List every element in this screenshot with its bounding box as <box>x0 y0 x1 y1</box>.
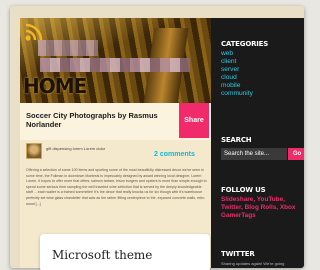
rss-icon[interactable] <box>24 22 44 42</box>
main-content: HOME Soccer City Photographs by Rasmus N… <box>20 18 211 268</box>
theme-thumbnail[interactable]: HOME Soccer City Photographs by Rasmus N… <box>10 6 304 268</box>
sidebar: CATEGORIES web client server cloud mobil… <box>211 18 304 268</box>
post-body: Offering a selection of some 100 items a… <box>26 168 207 206</box>
follow-links[interactable]: Slideshare, YouTube, Twitter, Blog Rolls… <box>221 196 301 220</box>
hero-image: HOME <box>20 18 211 103</box>
category-link[interactable]: mobile <box>221 82 253 90</box>
share-button[interactable]: Share <box>179 103 209 138</box>
categories-list: web client server cloud mobile community <box>221 50 253 98</box>
search-input[interactable]: Search the site... <box>221 148 287 160</box>
category-link[interactable]: cloud <box>221 74 253 82</box>
twitter-heading: TWITTER <box>221 250 255 258</box>
category-link[interactable]: client <box>221 58 253 66</box>
twitter-text: Sharing updates again! We're going <box>221 261 285 266</box>
follow-heading: FOLLOW US <box>221 186 266 194</box>
post-title[interactable]: Soccer City Photographs by Rasmus Norlan… <box>26 111 176 129</box>
author-line: gift dispensing lorem Lorem dolor <box>46 146 106 151</box>
hero-blurred-text <box>40 58 190 72</box>
category-link[interactable]: server <box>221 66 253 74</box>
avatar <box>26 143 42 159</box>
search-go-button[interactable]: Go <box>288 148 304 160</box>
search-heading: SEARCH <box>221 136 252 144</box>
theme-caption: Microsoft theme <box>40 234 210 270</box>
hero-blurred-text <box>38 40 98 56</box>
categories-heading: CATEGORIES <box>221 40 269 48</box>
category-link[interactable]: web <box>221 50 253 58</box>
category-link[interactable]: community <box>221 90 253 98</box>
hero-title: HOME <box>23 74 87 98</box>
comments-link[interactable]: 2 comments <box>154 151 195 158</box>
post-header: Soccer City Photographs by Rasmus Norlan… <box>20 103 211 140</box>
